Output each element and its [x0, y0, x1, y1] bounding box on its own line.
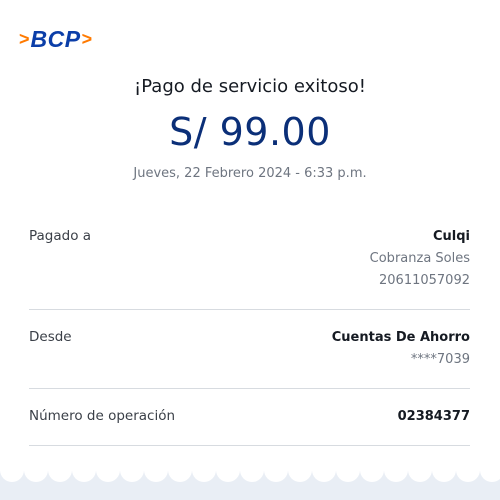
account-number-masked: ****7039	[410, 352, 470, 367]
operation-number: 02384377	[397, 409, 470, 424]
payee-ruc: 20611057092	[379, 273, 470, 288]
logo-wordmark: BCP	[30, 25, 81, 52]
from-values: Cuentas De Ahorro ****7039	[332, 329, 470, 369]
bcp-logo: > BCP >	[19, 26, 92, 52]
payee-name: Culqi	[432, 229, 470, 244]
logo-chevron-right-icon: >	[81, 29, 93, 49]
account-type: Cuentas De Ahorro	[331, 330, 470, 345]
receipt-title: ¡Pago de servicio exitoso!	[134, 76, 366, 97]
payee-service: Cobranza Soles	[369, 251, 470, 266]
divider	[29, 309, 470, 310]
from-label: Desde	[29, 329, 72, 345]
operation-number-label: Número de operación	[29, 408, 176, 424]
paid-to-values: Culqi Cobranza Soles 20611057092	[370, 228, 470, 290]
payment-datetime: Jueves, 22 Febrero 2024 - 6:33 p.m.	[133, 166, 367, 181]
payment-amount: S/ 99.00	[169, 110, 331, 154]
divider	[29, 445, 470, 446]
operation-number-values: 02384377	[398, 408, 470, 426]
divider	[29, 388, 470, 389]
paid-to-label: Pagado a	[29, 228, 92, 244]
receipt-scalloped-edge	[0, 470, 500, 500]
logo-chevron-left-icon: >	[19, 29, 30, 49]
